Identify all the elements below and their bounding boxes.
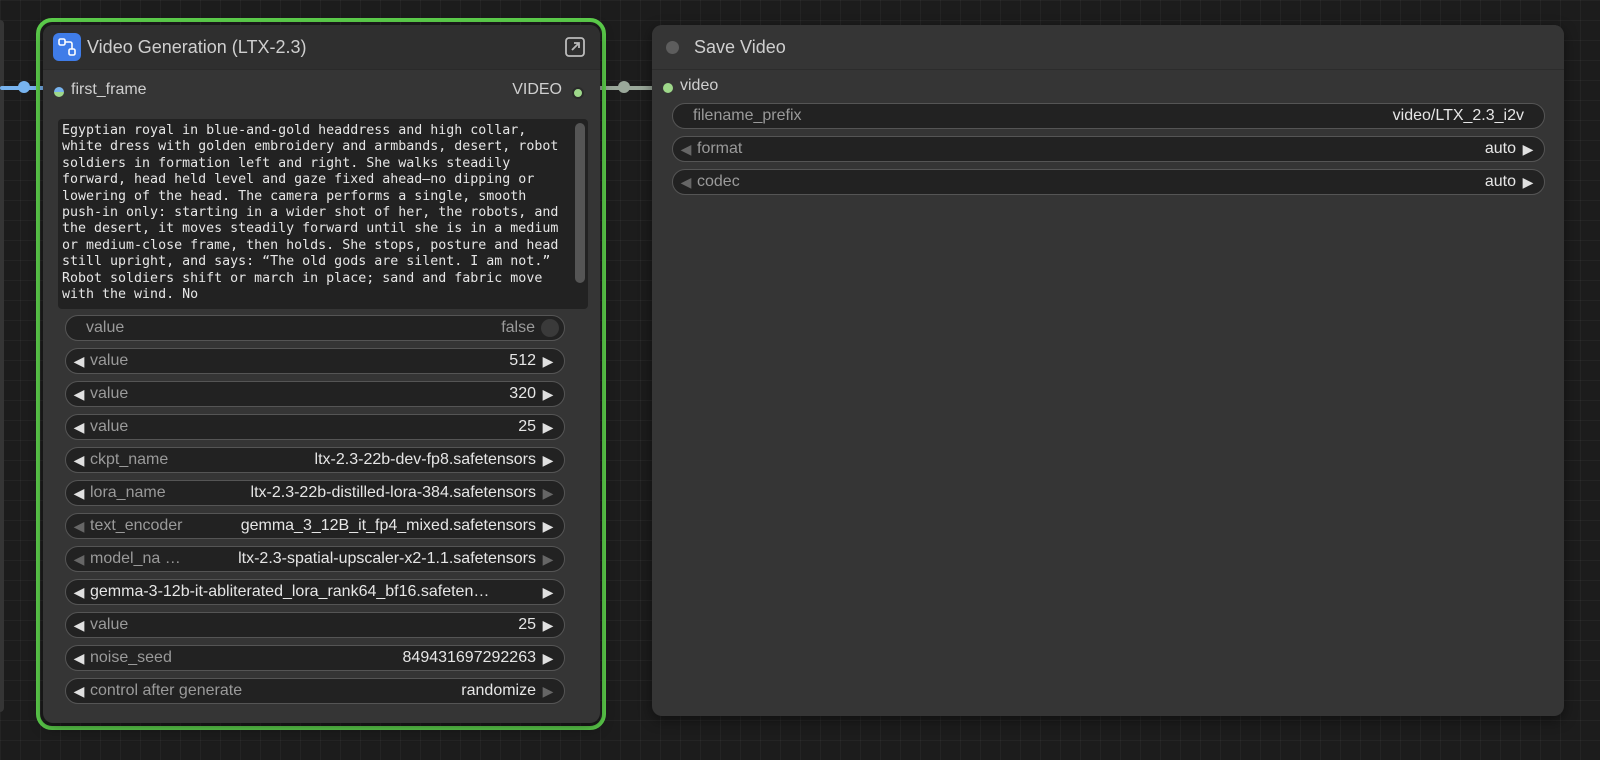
io-row: first_frame VIDEO: [43, 70, 600, 110]
increment-arrow-icon[interactable]: ▶: [536, 617, 560, 634]
prompt-textarea[interactable]: Egyptian royal in blue-and-gold headdres…: [58, 119, 588, 309]
widget-label: value: [90, 418, 129, 435]
node-collapse-dot[interactable]: [666, 40, 679, 54]
widget-value: ltx-2.3-22b-distilled-lora-384.safetenso…: [250, 484, 536, 501]
decrement-arrow-icon[interactable]: ◀: [68, 617, 90, 634]
text-encoder-widget[interactable]: ◀ text_encoder gemma_3_12B_it_fp4_mixed.…: [65, 513, 565, 539]
previous-option-icon[interactable]: ◀: [68, 518, 90, 535]
widget-label: model_na …: [90, 550, 181, 567]
next-option-icon[interactable]: ▶: [1516, 174, 1540, 191]
open-subgraph-icon[interactable]: [564, 36, 586, 58]
widget-value: auto: [1484, 140, 1516, 157]
next-option-icon[interactable]: ▶: [536, 452, 560, 469]
decrement-arrow-icon[interactable]: ◀: [68, 386, 90, 403]
toggle-value-widget[interactable]: value false: [65, 315, 565, 341]
widget-value: gemma-3-12b-it-abliterated_lora_rank64_b…: [90, 583, 490, 600]
next-option-icon[interactable]: ▶: [536, 485, 560, 502]
next-option-icon[interactable]: ▶: [536, 683, 560, 700]
prompt-scrollbar[interactable]: [575, 123, 585, 283]
width-value-widget[interactable]: ◀ value 512 ▶: [65, 348, 565, 374]
subgraph-icon: [53, 33, 81, 61]
first-frame-input-slot[interactable]: [54, 87, 64, 97]
widget-value: 25: [518, 616, 536, 633]
widget-label: text_encoder: [90, 517, 183, 534]
frames-value-widget[interactable]: ◀ value 25 ▶: [65, 414, 565, 440]
widget-value: gemma_3_12B_it_fp4_mixed.safetensors: [240, 517, 536, 534]
node-header[interactable]: Video Generation (LTX-2.3): [43, 25, 600, 70]
prompt-text[interactable]: Egyptian royal in blue-and-gold headdres…: [58, 119, 588, 303]
filename-prefix-widget[interactable]: filename_prefix video/LTX_2.3_i2v: [672, 103, 1545, 129]
widget-label: control after generate: [90, 682, 243, 699]
widget-value: auto: [1484, 173, 1516, 190]
widget-label: value: [90, 352, 129, 369]
widget-label: value: [86, 319, 125, 336]
noise-seed-widget[interactable]: ◀ noise_seed 849431697292263 ▶: [65, 645, 565, 671]
save-video-node[interactable]: Save Video video filename_prefix video/L…: [652, 25, 1564, 716]
format-widget[interactable]: ◀ format auto ▶: [672, 136, 1545, 162]
node-title: Save Video: [694, 36, 786, 57]
increment-arrow-icon[interactable]: ▶: [536, 353, 560, 370]
toggle-switch[interactable]: [541, 319, 559, 337]
next-option-icon[interactable]: ▶: [536, 584, 560, 601]
next-option-icon[interactable]: ▶: [536, 518, 560, 535]
previous-option-icon[interactable]: ◀: [68, 551, 90, 568]
lora-name-widget[interactable]: ◀ lora_name ltx-2.3-22b-distilled-lora-3…: [65, 480, 565, 506]
extra-lora-widget[interactable]: ◀ gemma-3-12b-it-abliterated_lora_rank64…: [65, 579, 565, 605]
upscale-model-widget[interactable]: ◀ model_na … ltx-2.3-spatial-upscaler-x2…: [65, 546, 565, 572]
first-frame-label: first_frame: [71, 81, 147, 98]
previous-option-icon[interactable]: ◀: [68, 485, 90, 502]
input-link-midpoint[interactable]: [18, 81, 30, 93]
decrement-arrow-icon[interactable]: ◀: [68, 419, 90, 436]
video-output-label: VIDEO: [512, 81, 562, 98]
next-option-icon[interactable]: ▶: [536, 551, 560, 568]
previous-option-icon[interactable]: ◀: [68, 584, 90, 601]
increment-arrow-icon[interactable]: ▶: [536, 386, 560, 403]
widget-label: filename_prefix: [693, 107, 802, 124]
increment-arrow-icon[interactable]: ▶: [536, 419, 560, 436]
decrement-arrow-icon[interactable]: ◀: [68, 353, 90, 370]
widget-value: 512: [509, 352, 536, 369]
node-header[interactable]: Save Video: [652, 25, 1564, 70]
widget-value: 320: [509, 385, 536, 402]
widget-label: format: [697, 140, 743, 157]
height-value-widget[interactable]: ◀ value 320 ▶: [65, 381, 565, 407]
video-input-slot[interactable]: [663, 83, 673, 93]
widget-label: lora_name: [90, 484, 166, 501]
widget-value: 25: [518, 418, 536, 435]
ckpt-name-widget[interactable]: ◀ ckpt_name ltx-2.3-22b-dev-fp8.safetens…: [65, 447, 565, 473]
widget-label: codec: [697, 173, 740, 190]
widget-label: ckpt_name: [90, 451, 169, 468]
decrement-arrow-icon[interactable]: ◀: [68, 650, 90, 667]
widget-value: 849431697292263: [402, 649, 536, 666]
steps-value-widget[interactable]: ◀ value 25 ▶: [65, 612, 565, 638]
increment-arrow-icon[interactable]: ▶: [536, 650, 560, 667]
previous-option-icon[interactable]: ◀: [675, 141, 697, 158]
next-option-icon[interactable]: ▶: [1516, 141, 1540, 158]
codec-widget[interactable]: ◀ codec auto ▶: [672, 169, 1545, 195]
video-link-midpoint[interactable]: [618, 81, 630, 93]
video-generation-node[interactable]: Video Generation (LTX-2.3) first_frame V…: [43, 25, 600, 723]
video-output-slot[interactable]: [572, 87, 584, 99]
widget-label: noise_seed: [90, 649, 172, 666]
offscreen-node-edge: [0, 20, 4, 712]
widget-value: video/LTX_2.3_i2v: [1392, 107, 1524, 124]
widget-value: ltx-2.3-22b-dev-fp8.safetensors: [314, 451, 536, 468]
video-input-label: video: [680, 77, 719, 94]
widget-value: randomize: [461, 682, 536, 699]
widget-value: false: [501, 319, 535, 336]
previous-option-icon[interactable]: ◀: [68, 452, 90, 469]
widget-label: value: [90, 616, 129, 633]
control-after-generate-widget[interactable]: ◀ control after generate randomize ▶: [65, 678, 565, 704]
previous-option-icon[interactable]: ◀: [675, 174, 697, 191]
previous-option-icon[interactable]: ◀: [68, 683, 90, 700]
node-title: Video Generation (LTX-2.3): [87, 36, 307, 57]
widget-label: value: [90, 385, 129, 402]
widget-value: ltx-2.3-spatial-upscaler-x2-1.1.safetens…: [238, 550, 536, 567]
